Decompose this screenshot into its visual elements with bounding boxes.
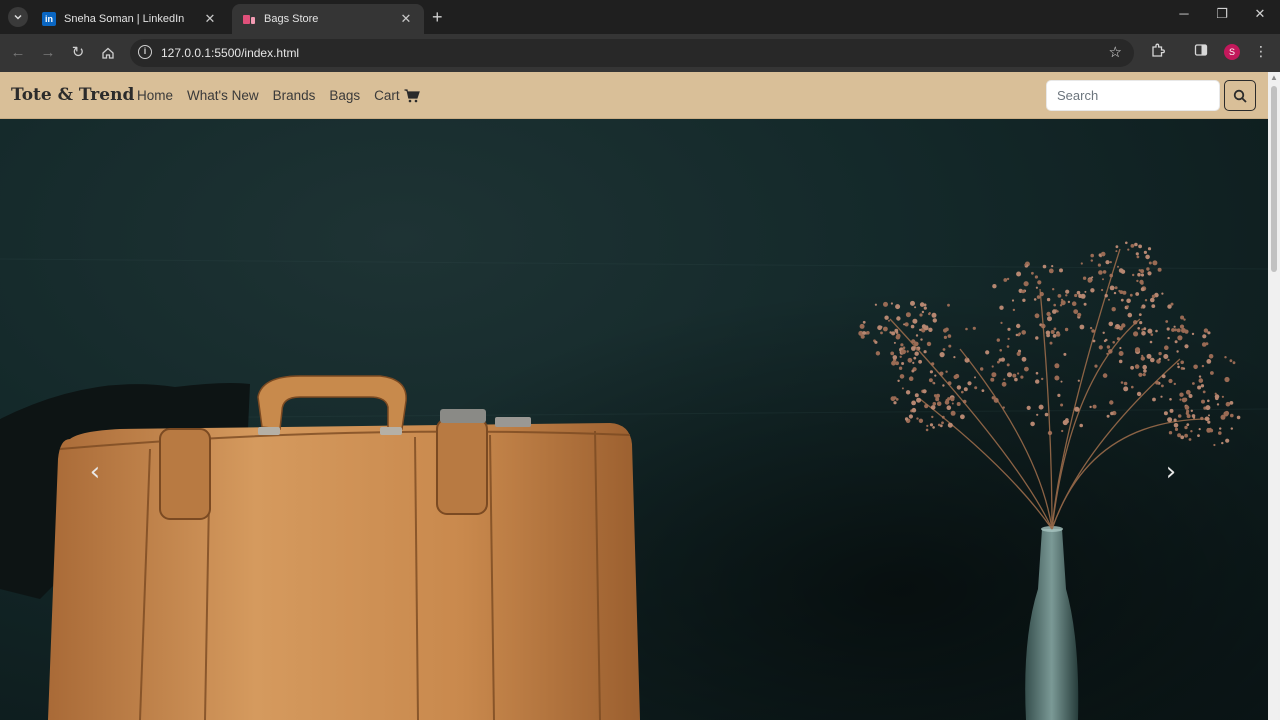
nav-home-link[interactable]: Home [137, 88, 173, 103]
home-icon[interactable] [98, 43, 118, 63]
nav-brands-link[interactable]: Brands [273, 88, 316, 103]
page-viewport: Tote & Trend Home What's New Brands Bags… [0, 72, 1268, 720]
nav-cart-link[interactable]: Cart [374, 88, 420, 103]
extensions-puzzle-icon[interactable] [1147, 43, 1167, 61]
restore-icon[interactable]: ❐ [1210, 6, 1234, 22]
nav-bags-link[interactable]: Bags [329, 88, 360, 103]
site-info-icon[interactable]: i [138, 45, 152, 59]
address-bar[interactable]: i 127.0.0.1:5500/index.html ☆ [130, 39, 1134, 67]
nav-links: Home What's New Brands Bags Cart [137, 88, 420, 103]
page-scrollbar[interactable]: ▲ [1268, 72, 1280, 720]
browser-toolbar: ← → ↻ i 127.0.0.1:5500/index.html ☆ ⋮ [0, 34, 1280, 72]
site-navbar: Tote & Trend Home What's New Brands Bags… [0, 72, 1268, 119]
minimize-icon[interactable]: ─ [1172, 6, 1196, 21]
tab-linkedin[interactable]: in Sneha Soman | LinkedIn ✕ [32, 4, 228, 34]
carousel-prev-button[interactable]: ‹ [85, 457, 105, 487]
new-tab-plus-icon[interactable]: + [432, 7, 443, 27]
tab-title: Sneha Soman | LinkedIn [64, 13, 185, 25]
close-icon[interactable]: ✕ [398, 11, 414, 27]
tab-bags-store[interactable]: Bags Store ✕ [232, 4, 424, 34]
search-icon [1233, 89, 1247, 103]
hero-carousel: ‹ › [0, 119, 1268, 720]
side-panel-icon[interactable] [1191, 43, 1211, 60]
close-icon[interactable]: ✕ [202, 11, 218, 27]
nav-whats-new-link[interactable]: What's New [187, 88, 259, 103]
forward-arrow-icon[interactable]: → [38, 43, 58, 63]
chevron-left-icon: ‹ [89, 457, 101, 487]
brand-logo[interactable]: Tote & Trend [11, 85, 134, 105]
tab-title: Bags Store [264, 13, 319, 25]
scrollbar-thumb[interactable] [1271, 86, 1277, 272]
linkedin-favicon-icon: in [42, 12, 56, 26]
scroll-up-arrow-icon[interactable]: ▲ [1270, 74, 1278, 82]
carousel-next-button[interactable]: › [1161, 457, 1181, 487]
kebab-menu-icon[interactable]: ⋮ [1251, 43, 1271, 60]
back-arrow-icon[interactable]: ← [8, 43, 28, 63]
cart-icon [404, 88, 420, 102]
chevron-down-icon [14, 14, 22, 20]
profile-avatar[interactable]: S [1224, 44, 1240, 60]
store-favicon-icon [242, 12, 256, 26]
chevron-right-icon: › [1165, 457, 1177, 487]
window-close-icon[interactable]: ✕ [1248, 6, 1272, 22]
tab-search-button[interactable] [8, 7, 28, 27]
bookmark-star-icon[interactable]: ☆ [1109, 43, 1122, 61]
search-input[interactable] [1046, 80, 1220, 111]
url-text[interactable]: 127.0.0.1:5500/index.html [161, 46, 299, 60]
cart-label: Cart [374, 88, 400, 103]
reload-icon[interactable]: ↻ [68, 43, 88, 63]
hero-image [0, 241, 1268, 720]
browser-tab-bar: in Sneha Soman | LinkedIn ✕ Bags Store ✕… [0, 0, 1280, 34]
search-button[interactable] [1224, 80, 1256, 111]
